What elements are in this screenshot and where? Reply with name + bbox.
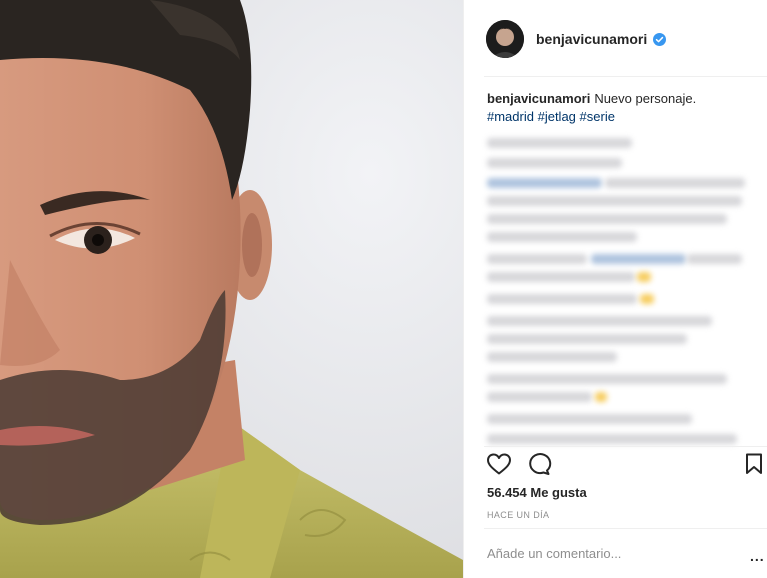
post-caption: benjavicunamori Nuevo personaje. #madrid … [487, 90, 757, 126]
comment-input[interactable]: Añade un comentario... [487, 546, 657, 561]
comments-divider [484, 446, 767, 447]
hashtag-link[interactable]: #serie [580, 109, 615, 124]
verified-badge-icon [653, 32, 667, 46]
avatar-image [486, 20, 524, 58]
avatar[interactable] [486, 20, 524, 58]
hashtag-link[interactable]: #jetlag [538, 109, 576, 124]
hashtag-link[interactable]: #madrid [487, 109, 534, 124]
portrait-image [0, 0, 463, 578]
heart-icon[interactable] [486, 452, 512, 476]
post-actions [486, 452, 764, 478]
username-link[interactable]: benjavicunamori [536, 31, 647, 47]
post-details-panel: benjavicunamori benjavicunamori Nuevo per… [463, 0, 767, 578]
more-options-button[interactable]: ... [750, 548, 765, 564]
likes-count[interactable]: 56.454 Me gusta [487, 485, 587, 500]
blurred-comments [487, 134, 757, 444]
post-photo[interactable] [0, 0, 463, 578]
bookmark-icon[interactable] [744, 452, 764, 476]
caption-username[interactable]: benjavicunamori [487, 91, 590, 106]
post-header: benjavicunamori [486, 18, 756, 60]
comment-divider [484, 528, 767, 529]
comment-bubble-icon[interactable] [526, 452, 552, 476]
header-divider [484, 76, 767, 77]
post-timestamp[interactable]: HACE UN DÍA [487, 510, 549, 520]
caption-text: Nuevo personaje. [594, 91, 697, 106]
